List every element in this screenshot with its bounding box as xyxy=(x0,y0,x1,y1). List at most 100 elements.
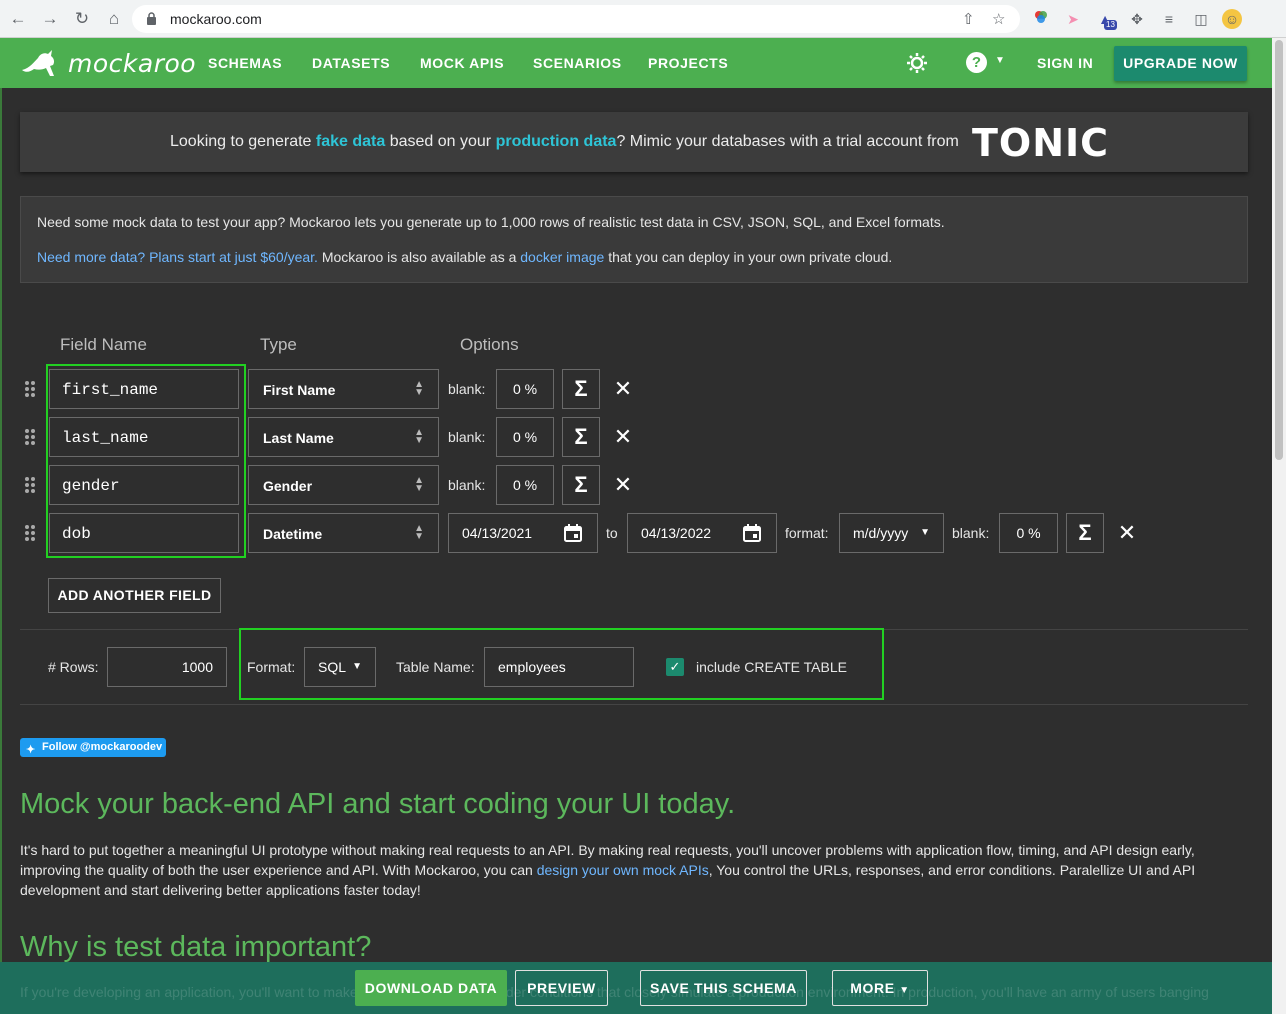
tonic-banner[interactable]: Looking to generate fake data based on y… xyxy=(20,112,1248,172)
tonic-text-3: ? Mimic your databases with a trial acco… xyxy=(616,133,959,150)
type-select-value: Datetime xyxy=(263,526,323,542)
save-schema-button[interactable]: SAVE THIS SCHEMA xyxy=(640,970,807,1006)
tonic-highlight-fake-data: fake data xyxy=(315,133,386,150)
select-arrows-icon: ▲ ▼ xyxy=(414,427,424,446)
graduation-extension-icon[interactable]: ▲ 13 xyxy=(1095,9,1117,30)
nav-datasets[interactable]: DATASETS xyxy=(312,55,390,71)
nav-schemas[interactable]: SCHEMAS xyxy=(208,55,282,71)
type-select[interactable]: Datetime ▲ ▼ xyxy=(248,513,439,553)
to-label: to xyxy=(606,525,618,541)
scrollbar-thumb[interactable] xyxy=(1275,40,1283,460)
kangaroo-icon xyxy=(22,50,55,76)
page-scrollbar[interactable] xyxy=(1272,38,1286,1014)
puzzle-extensions-icon[interactable]: ✥ xyxy=(1127,9,1147,29)
drag-handle-icon[interactable] xyxy=(25,381,37,397)
twitter-follow-label: Follow @mockaroodev xyxy=(42,741,163,753)
column-header-options: Options xyxy=(460,335,519,354)
formula-sigma-button[interactable]: Σ xyxy=(562,417,600,457)
type-select[interactable]: Last Name ▲ ▼ xyxy=(248,417,439,457)
info-line-2: Need more data? Plans start at just $60/… xyxy=(37,249,892,265)
formula-sigma-button[interactable]: Σ xyxy=(562,369,600,409)
blank-label: blank: xyxy=(448,429,486,445)
home-icon[interactable]: ⌂ xyxy=(104,9,124,29)
calendar-icon[interactable] xyxy=(563,523,583,543)
bookmark-star-icon[interactable]: ☆ xyxy=(992,10,1005,28)
type-select[interactable]: First Name ▲ ▼ xyxy=(248,369,439,409)
delete-field-icon[interactable]: ✕ xyxy=(1117,522,1137,544)
plans-link[interactable]: Need more data? Plans start at just $60/… xyxy=(37,249,318,265)
color-extension-icon[interactable] xyxy=(1031,9,1051,29)
rows-input[interactable]: 1000 xyxy=(107,647,227,687)
share-icon[interactable]: ⇧ xyxy=(962,10,975,28)
blank-percent-input[interactable]: 0 % xyxy=(496,369,554,409)
browser-toolbar: ← → ↻ ⌂ mockaroo.com ⇧ ☆ ➤ ▲ 13 ✥ ≡ ◫ ☺ xyxy=(0,0,1286,38)
date-from-input[interactable]: 04/13/2021 xyxy=(448,513,598,553)
logo[interactable]: mockaroo xyxy=(20,46,196,80)
download-data-button[interactable]: DOWNLOAD DATA xyxy=(355,970,507,1006)
select-arrows-icon: ▲ ▼ xyxy=(414,475,424,494)
date-from-value: 04/13/2021 xyxy=(462,525,533,541)
delete-field-icon[interactable]: ✕ xyxy=(613,426,633,448)
reload-icon[interactable]: ↻ xyxy=(72,9,92,29)
drag-handle-icon[interactable] xyxy=(25,477,37,493)
tonic-logo[interactable]: TONIC xyxy=(972,121,1109,165)
more-button[interactable]: MORE ▼ xyxy=(832,970,928,1006)
create-table-checkbox[interactable]: ✓ xyxy=(666,658,684,676)
sign-in-link[interactable]: SIGN IN xyxy=(1037,55,1093,71)
type-select-value: Last Name xyxy=(263,430,334,446)
format-label: Format: xyxy=(247,659,296,675)
add-another-field-button[interactable]: ADD ANOTHER FIELD xyxy=(48,578,221,613)
caret-down-icon: ▼ xyxy=(899,985,910,996)
arrow-extension-icon[interactable]: ➤ xyxy=(1063,9,1083,29)
preview-button[interactable]: PREVIEW xyxy=(515,970,608,1006)
twitter-bird-icon: ✦ xyxy=(26,744,36,756)
help-caret-icon[interactable]: ▼ xyxy=(995,55,1005,66)
format-select[interactable]: SQL ▼ xyxy=(304,647,376,687)
blank-percent-input[interactable]: 0 % xyxy=(999,513,1058,553)
nav-projects[interactable]: PROJECTS xyxy=(648,55,728,71)
delete-field-icon[interactable]: ✕ xyxy=(613,378,633,400)
tonic-text-1: Looking to generate xyxy=(170,133,316,150)
side-panel-icon[interactable]: ◫ xyxy=(1191,9,1211,29)
calendar-icon[interactable] xyxy=(742,523,762,543)
section-paragraph-mock-api: It's hard to put together a meaningful U… xyxy=(20,840,1245,900)
drag-handle-icon[interactable] xyxy=(25,429,37,445)
extension-badge: 13 xyxy=(1104,20,1117,30)
nav-mock-apis[interactable]: MOCK APIS xyxy=(420,55,504,71)
table-name-label: Table Name: xyxy=(396,659,475,675)
window-edge xyxy=(0,38,2,1014)
table-name-input[interactable]: employees xyxy=(484,647,634,687)
theme-toggle-icon[interactable] xyxy=(906,52,928,74)
column-header-type: Type xyxy=(260,335,297,354)
twitter-follow-button[interactable]: ✦ Follow @mockaroodev xyxy=(20,738,166,757)
address-bar[interactable]: mockaroo.com ⇧ ☆ xyxy=(132,5,1020,33)
section-title-test-data: Why is test data important? xyxy=(20,931,372,963)
logo-text: mockaroo xyxy=(68,48,197,78)
back-arrow-icon[interactable]: ← xyxy=(8,9,28,29)
tonic-text-2: based on your xyxy=(385,133,496,150)
design-mock-apis-link[interactable]: design your own mock APIs xyxy=(537,862,709,878)
help-icon[interactable]: ? xyxy=(966,52,987,73)
upgrade-now-button[interactable]: UPGRADE NOW xyxy=(1114,46,1247,81)
forward-arrow-icon[interactable]: → xyxy=(40,9,60,29)
docker-image-link[interactable]: docker image xyxy=(520,249,604,265)
profile-avatar[interactable]: ☺ xyxy=(1222,9,1242,29)
date-to-input[interactable]: 04/13/2022 xyxy=(627,513,777,553)
blank-percent-input[interactable]: 0 % xyxy=(496,417,554,457)
formula-sigma-button[interactable]: Σ xyxy=(562,465,600,505)
type-select-value: Gender xyxy=(263,478,313,494)
date-format-select[interactable]: m/d/yyyy ▼ xyxy=(839,513,944,553)
format-value: SQL xyxy=(318,659,347,675)
blank-percent-input[interactable]: 0 % xyxy=(496,465,554,505)
delete-field-icon[interactable]: ✕ xyxy=(613,474,633,496)
type-select[interactable]: Gender ▲ ▼ xyxy=(248,465,439,505)
create-table-label: include CREATE TABLE xyxy=(696,659,847,675)
action-footer: If you're developing an application, you… xyxy=(0,962,1272,1014)
nav-scenarios[interactable]: SCENARIOS xyxy=(533,55,622,71)
drag-handle-icon[interactable] xyxy=(25,525,37,541)
formula-sigma-button[interactable]: Σ xyxy=(1066,513,1104,553)
caret-down-icon: ▼ xyxy=(352,661,362,672)
caret-down-icon: ▼ xyxy=(920,527,930,538)
reading-list-icon[interactable]: ≡ xyxy=(1159,9,1179,29)
tonic-highlight-production-data: production data xyxy=(495,133,617,150)
